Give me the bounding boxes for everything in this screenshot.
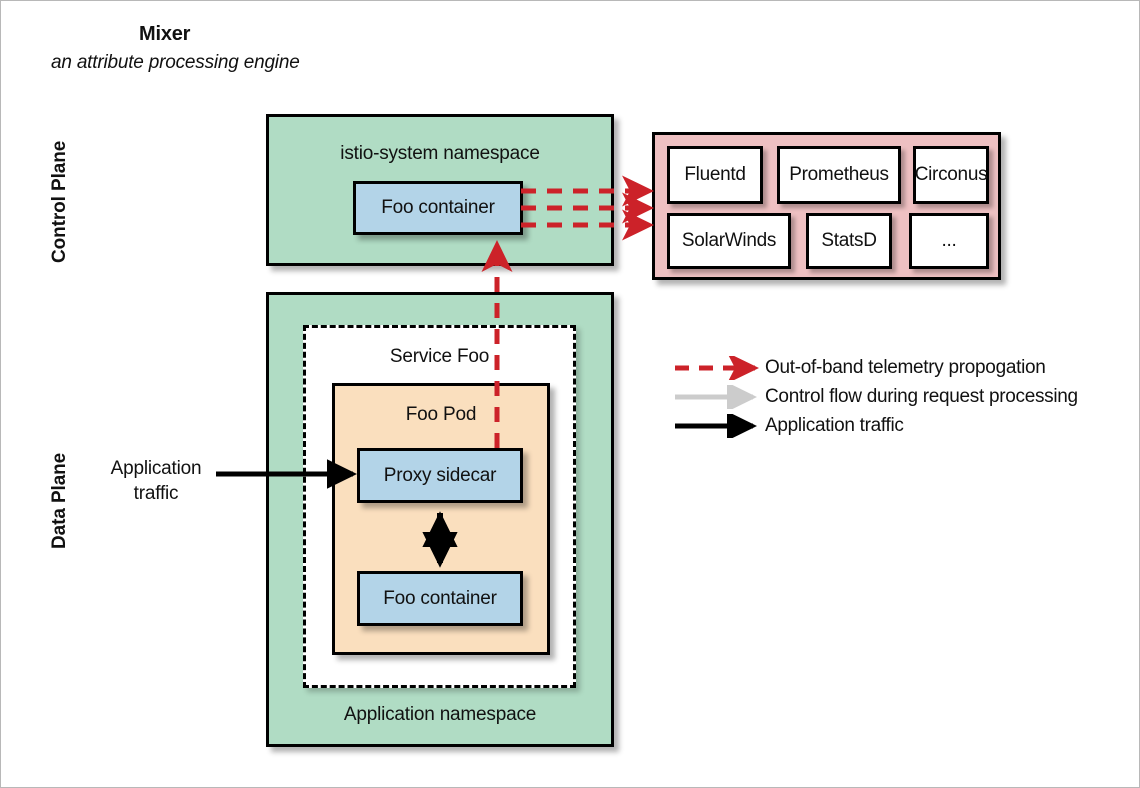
- backend-statsd: StatsD: [806, 213, 892, 269]
- figure-title: Mixer: [139, 23, 191, 45]
- backend-label: SolarWinds: [681, 230, 777, 251]
- foo-pod-label: Foo Pod: [405, 404, 477, 425]
- figure-subtitle: an attribute processing engine: [51, 52, 300, 73]
- solid-gray-arrow-icon: [673, 381, 765, 412]
- backend-more: ...: [909, 213, 989, 269]
- data-plane-foo-container-label: Foo container: [383, 587, 497, 609]
- legend: Out-of-band telemetry propogation Contro…: [673, 352, 1123, 441]
- legend-label: Application traffic: [765, 414, 904, 436]
- control-plane-label: Control Plane: [49, 140, 70, 263]
- backend-label: ...: [941, 230, 957, 251]
- mixer-architecture-diagram: Mixer an attribute processing engine Con…: [0, 0, 1140, 788]
- backend-label: Fluentd: [684, 164, 746, 185]
- backend-label: Prometheus: [789, 164, 889, 185]
- istio-system-namespace-label: istio-system namespace: [340, 143, 540, 164]
- backend-fluentd: Fluentd: [667, 146, 763, 204]
- data-plane-foo-container-box: Foo container: [357, 571, 523, 626]
- backend-circonus: Circonus: [913, 146, 989, 204]
- application-traffic-caption: Application traffic: [101, 456, 211, 506]
- backend-label: StatsD: [821, 230, 877, 251]
- application-traffic-caption-line2: traffic: [133, 483, 179, 504]
- legend-label: Control flow during request processing: [765, 385, 1078, 407]
- solid-black-arrow-icon: [673, 410, 765, 441]
- application-traffic-caption-line1: Application: [110, 458, 202, 479]
- service-foo-label: Service Foo: [389, 346, 490, 367]
- data-plane-label: Data Plane: [49, 452, 70, 549]
- dashed-red-arrow-icon: [673, 352, 765, 383]
- legend-item-app-traffic: Application traffic: [673, 410, 1123, 441]
- legend-item-telemetry: Out-of-band telemetry propogation: [673, 352, 1123, 383]
- proxy-sidecar-label: Proxy sidecar: [383, 464, 497, 486]
- backend-prometheus: Prometheus: [777, 146, 901, 204]
- legend-label: Out-of-band telemetry propogation: [765, 356, 1046, 378]
- backend-label: Circonus: [914, 164, 988, 185]
- control-plane-foo-container-label: Foo container: [381, 197, 495, 218]
- application-namespace-label: Application namespace: [343, 704, 537, 725]
- proxy-sidecar-box: Proxy sidecar: [357, 448, 523, 503]
- legend-item-control-flow: Control flow during request processing: [673, 381, 1123, 412]
- backend-solarwinds: SolarWinds: [667, 213, 791, 269]
- control-plane-foo-container-box: Foo container: [353, 181, 523, 235]
